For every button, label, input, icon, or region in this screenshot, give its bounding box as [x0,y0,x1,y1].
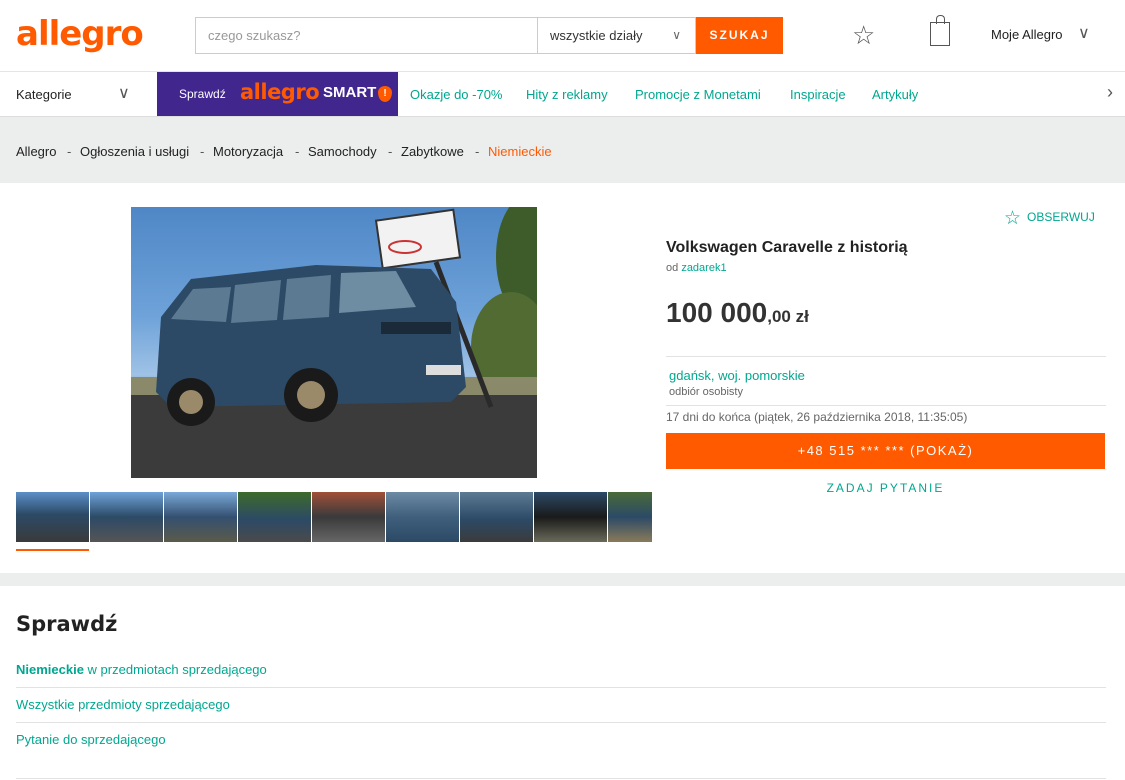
thumbnail[interactable] [608,492,652,542]
observe-button[interactable]: ☆ OBSERWUJ [1004,207,1095,230]
category-nav: Kategorie ∨ Sprawdź allegro SMART ! Okaz… [0,72,1125,117]
breadcrumb-separator: - [295,144,300,159]
offer-main: ☆ OBSERWUJ Volkswagen Caravelle z histori… [0,183,1125,573]
breadcrumb-separator: - [200,144,205,159]
thumbnail[interactable] [238,492,311,542]
divider [16,722,1106,723]
show-phone-button[interactable]: +48 515 *** *** (POKAŻ) [666,433,1105,469]
pickup-info: odbiór osobisty [669,386,743,398]
breadcrumb-separator: - [388,144,393,159]
thumbnail[interactable] [312,492,385,542]
thumbnail-strip [16,492,652,542]
search-button[interactable]: SZUKAJ [696,17,783,54]
offer-title: Volkswagen Caravelle z historią [666,239,908,256]
search-input[interactable]: czego szukasz? [195,17,537,54]
account-menu-label[interactable]: Moje Allegro [991,27,1063,42]
thumbnail[interactable] [164,492,237,542]
check-category-rest: w przedmiotach sprzedającego [83,662,267,677]
breadcrumb-item[interactable]: Allegro [16,144,56,159]
breadcrumb-item[interactable]: Motoryzacja [213,144,283,159]
divider [666,405,1106,406]
thumbnail[interactable] [534,492,607,542]
chevron-right-icon[interactable]: › [1107,82,1113,103]
check-heading: Sprawdź [16,612,118,636]
check-link-question[interactable]: Pytanie do sprzedającego [16,732,166,747]
seller-link[interactable]: zadarek1 [681,262,726,274]
department-select-label: wszystkie działy [550,28,643,43]
breadcrumb-item[interactable]: Zabytkowe [401,144,464,159]
nav-link-deals[interactable]: Okazje do -70% [410,87,503,102]
observe-label: OBSERWUJ [1027,210,1095,224]
breadcrumb-separator: - [475,144,480,159]
thumbnail[interactable] [460,492,533,542]
ask-question-button[interactable]: ZADAJ PYTANIE [666,481,1105,495]
header: allegro czego szukasz? wszystkie działy … [0,0,1125,72]
thumbnail[interactable] [90,492,163,542]
breadcrumb-separator: - [67,144,72,159]
nav-link-inspirations[interactable]: Inspiracje [790,87,846,102]
nav-link-coins[interactable]: Promocje z Monetami [635,87,761,102]
thumbnail[interactable] [16,492,89,542]
nav-link-ads[interactable]: Hity z reklamy [526,87,608,102]
divider [666,356,1106,357]
chevron-down-icon[interactable]: ∨ [1078,23,1090,43]
department-select[interactable]: wszystkie działy ∨ [537,17,696,54]
smart-allegro-logo: allegro [240,80,320,104]
divider [16,687,1106,688]
nav-link-articles[interactable]: Artykuły [872,87,918,102]
seller-line: od zadarek1 [666,262,727,274]
check-link-category[interactable]: Niemieckie w przedmiotach sprzedającego [16,662,267,677]
favorites-star-icon[interactable]: ☆ [852,20,875,51]
chevron-down-icon[interactable]: ∨ [118,83,130,103]
smart-badge-icon: ! [378,86,392,102]
breadcrumb: Allegro - Ogłoszenia i usługi - Motoryza… [0,117,1125,183]
thumbnail[interactable] [386,492,459,542]
main-photo[interactable] [131,207,537,478]
divider [16,778,1106,779]
check-link-all-items[interactable]: Wszystkie przedmioty sprzedającego [16,697,230,712]
location-link[interactable]: gdańsk, woj. pomorskie [669,368,805,383]
chevron-down-icon: ∨ [672,28,681,42]
check-category-name: Niemieckie [16,662,84,677]
allegro-logo[interactable]: allegro [16,14,144,54]
price-main: 100 000 [666,297,768,328]
breadcrumb-item[interactable]: Samochody [308,144,377,159]
allegro-smart-banner[interactable]: Sprawdź allegro SMART ! [157,72,398,116]
seller-prefix: od [666,262,679,274]
van-photo-image [131,207,537,478]
breadcrumb-item-current[interactable]: Niemieckie [488,144,552,159]
price-cents: ,00 zł [767,307,809,326]
smart-prefix: Sprawdź [179,87,226,101]
end-time: 17 dni do końca (piątek, 26 października… [666,410,968,424]
breadcrumb-item[interactable]: Ogłoszenia i usługi [80,144,189,159]
star-icon: ☆ [1004,208,1022,229]
section-divider-band [0,573,1125,586]
smart-word: SMART [323,84,377,101]
selected-thumbnail-indicator [16,549,89,551]
cart-bag-icon[interactable] [930,15,950,46]
categories-dropdown[interactable]: Kategorie [16,87,72,102]
offer-price: 100 000,00 zł [666,297,809,329]
